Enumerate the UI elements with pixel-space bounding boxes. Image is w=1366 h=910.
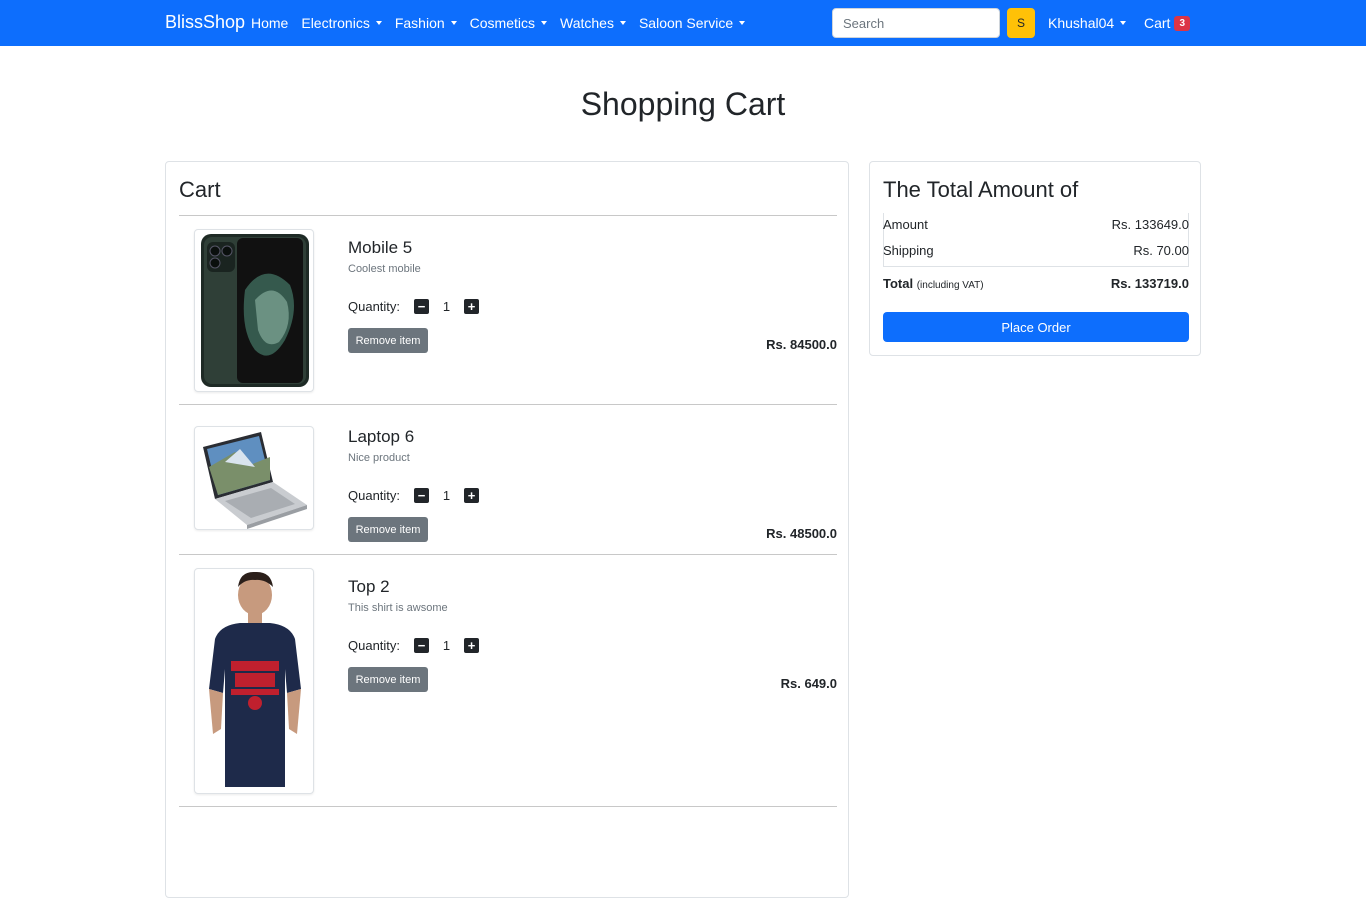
product-image-laptop <box>194 426 314 530</box>
divider <box>179 404 837 405</box>
item-description: Nice product <box>348 452 410 464</box>
caret-down-icon <box>739 21 746 25</box>
search-input[interactable] <box>832 8 1000 38</box>
caret-down-icon <box>450 21 457 25</box>
user-menu-dropdown[interactable]: Khushal04 <box>1048 15 1127 31</box>
quantity-value: 1 <box>442 488 451 503</box>
nav-home-label: Home <box>251 15 289 31</box>
plus-icon[interactable]: + <box>464 638 480 653</box>
caret-down-icon <box>1120 21 1127 25</box>
cart-heading: Cart <box>179 177 221 202</box>
nav-fashion-label: Fashion <box>394 15 445 31</box>
nav-electronics-dropdown[interactable]: Electronics <box>301 15 382 31</box>
item-price: Rs. 48500.0 <box>766 526 837 541</box>
shipping-value: Rs. 70.00 <box>1133 243 1189 258</box>
summary-title: The Total Amount of <box>883 177 1079 202</box>
navbar: BlissShop Home Electronics Fashion Cosme… <box>0 0 1366 46</box>
shipping-label: Shipping <box>883 243 934 258</box>
item-name[interactable]: Top 2 <box>348 577 390 597</box>
amount-label: Amount <box>883 217 928 232</box>
remove-item-button[interactable]: Remove item <box>348 517 428 542</box>
item-price: Rs. 649.0 <box>780 676 837 691</box>
nav-home[interactable]: Home <box>251 15 288 31</box>
item-description: This shirt is awsome <box>348 602 448 614</box>
phone-image-icon <box>201 234 309 387</box>
page-title: Shopping Cart <box>580 86 786 122</box>
item-name[interactable]: Mobile 5 <box>348 238 412 258</box>
order-summary-card: The Total Amount of Amount Rs. 133649.0 … <box>869 161 1201 356</box>
place-order-button[interactable]: Place Order <box>883 312 1189 342</box>
divider <box>179 215 837 216</box>
nav-watches-dropdown[interactable]: Watches <box>560 15 626 31</box>
caret-down-icon <box>375 21 382 25</box>
item-name[interactable]: Laptop 6 <box>348 427 414 447</box>
plus-icon[interactable]: + <box>464 488 480 503</box>
quantity-label: Quantity: <box>348 299 401 314</box>
brand-logo[interactable]: BlissShop <box>165 12 245 33</box>
amount-value: Rs. 133649.0 <box>1111 217 1189 232</box>
shipping-row: Shipping Rs. 70.00 <box>883 243 1189 258</box>
laptop-image-icon <box>203 432 307 529</box>
nav-cosmetics-dropdown[interactable]: Cosmetics <box>470 15 547 31</box>
quantity-label: Quantity: <box>348 488 401 503</box>
amount-row: Amount Rs. 133649.0 <box>883 217 1189 232</box>
total-label-group: Total (including VAT) <box>883 276 984 291</box>
total-label: Total <box>883 276 914 291</box>
remove-item-button[interactable]: Remove item <box>348 667 428 692</box>
nav-fashion-dropdown[interactable]: Fashion <box>395 15 457 31</box>
quantity-label: Quantity: <box>348 638 401 653</box>
total-note: (including VAT) <box>916 280 984 291</box>
nav-links: Home Electronics Fashion Cosmetics Watch… <box>251 0 758 46</box>
nav-saloon-label: Saloon Service <box>638 15 734 31</box>
quantity-stepper: Quantity: − 1 + <box>348 488 480 503</box>
nav-saloon-dropdown[interactable]: Saloon Service <box>638 15 746 31</box>
quantity-value: 1 <box>442 638 451 653</box>
caret-down-icon <box>619 21 626 25</box>
nav-watches-label: Watches <box>560 15 614 31</box>
tshirt-image-icon <box>209 571 301 787</box>
product-image-phone <box>194 229 314 392</box>
item-price: Rs. 84500.0 <box>766 337 837 352</box>
total-row: Total (including VAT) Rs. 133719.0 <box>883 276 1189 291</box>
search-button[interactable]: S <box>1007 8 1035 38</box>
quantity-value: 1 <box>442 299 451 314</box>
cart-card: Cart Mobile 5 Coolest mobile Quantity: −… <box>165 161 849 898</box>
total-value: Rs. 133719.0 <box>1110 276 1189 291</box>
cart-count-badge: 3 <box>1174 15 1191 31</box>
remove-item-button[interactable]: Remove item <box>348 328 428 353</box>
username: Khushal04 <box>1048 15 1115 31</box>
minus-icon[interactable]: − <box>414 638 430 653</box>
divider <box>179 806 837 807</box>
cart-label: Cart <box>1144 15 1171 31</box>
minus-icon[interactable]: − <box>414 299 430 314</box>
quantity-stepper: Quantity: − 1 + <box>348 638 480 653</box>
quantity-stepper: Quantity: − 1 + <box>348 299 480 314</box>
minus-icon[interactable]: − <box>414 488 430 503</box>
item-description: Coolest mobile <box>348 263 421 275</box>
divider <box>883 266 1189 267</box>
nav-electronics-label: Electronics <box>301 15 370 31</box>
divider <box>179 554 837 555</box>
plus-icon[interactable]: + <box>464 299 480 314</box>
product-image-tshirt <box>194 568 314 794</box>
nav-cosmetics-label: Cosmetics <box>469 15 535 31</box>
cart-link[interactable]: Cart 3 <box>1144 15 1191 31</box>
caret-down-icon <box>541 21 547 25</box>
